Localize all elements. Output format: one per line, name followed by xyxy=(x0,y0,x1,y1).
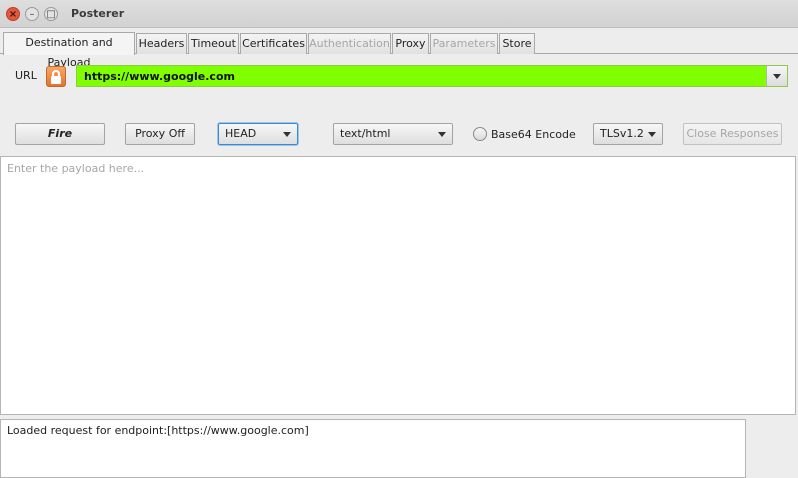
tab-strip: Destination and Payload Headers Timeout … xyxy=(0,32,798,69)
close-responses-button[interactable]: Close Responses xyxy=(683,123,782,145)
tab-timeout[interactable]: Timeout xyxy=(188,33,239,54)
tls-version-select[interactable]: TLSv1.2 xyxy=(593,123,663,145)
tab-destination-and-payload[interactable]: Destination and Payload xyxy=(3,32,135,69)
content-type-select[interactable]: text/html xyxy=(333,123,453,145)
chevron-down-icon xyxy=(773,74,781,79)
chevron-down-icon xyxy=(283,132,291,137)
tab-certificates[interactable]: Certificates xyxy=(240,33,307,54)
fire-button[interactable]: Fire xyxy=(15,123,105,145)
content-type-value: text/html xyxy=(340,127,391,140)
tab-parameters[interactable]: Parameters xyxy=(430,33,498,54)
url-combo-box[interactable]: https://www.google.com xyxy=(76,65,788,87)
base64-encode-radio[interactable] xyxy=(473,127,487,141)
tab-store[interactable]: Store xyxy=(499,33,535,54)
log-output[interactable]: Loaded request for endpoint:[https://www… xyxy=(0,419,746,478)
url-dropdown-button[interactable] xyxy=(766,66,787,86)
log-message: Loaded request for endpoint:[https://www… xyxy=(7,424,309,437)
maximize-icon[interactable]: □ xyxy=(44,7,58,21)
minimize-icon[interactable]: – xyxy=(25,7,39,21)
proxy-toggle-button[interactable]: Proxy Off xyxy=(125,123,195,145)
payload-textarea[interactable]: Enter the payload here... xyxy=(0,156,796,415)
close-icon[interactable]: × xyxy=(6,7,20,21)
http-method-select[interactable]: HEAD xyxy=(218,123,298,145)
chevron-down-icon xyxy=(438,132,446,137)
http-method-value: HEAD xyxy=(225,127,257,140)
payload-placeholder: Enter the payload here... xyxy=(7,162,145,175)
url-input[interactable]: https://www.google.com xyxy=(84,70,235,83)
url-label: URL xyxy=(15,69,37,82)
base64-encode-label[interactable]: Base64 Encode xyxy=(491,128,576,141)
chevron-down-icon xyxy=(648,132,656,137)
tab-headers[interactable]: Headers xyxy=(136,33,187,54)
lock-icon xyxy=(46,66,66,87)
title-bar: × – □ Posterer xyxy=(0,0,798,28)
tab-proxy[interactable]: Proxy xyxy=(392,33,429,54)
tls-version-value: TLSv1.2 xyxy=(600,127,644,140)
window-title: Posterer xyxy=(71,7,125,20)
tab-authentication[interactable]: Authentication xyxy=(308,33,391,54)
